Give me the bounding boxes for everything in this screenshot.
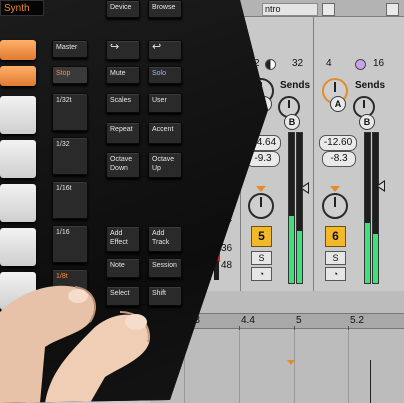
half-circle-icon[interactable] [265,59,276,70]
browse-button[interactable]: Browse [148,0,182,18]
solo-button-push[interactable]: Solo [148,66,182,84]
pad[interactable] [0,66,36,86]
scene-1-16-button[interactable]: 1/16 [52,225,88,263]
ruler-label: 5 [296,315,302,326]
clip-slot-1[interactable] [322,3,335,16]
octave-down-button[interactable]: Octave Down [106,152,140,178]
level-meter-left [364,132,371,284]
send-b-label: B [359,114,375,130]
add-effect-button[interactable]: Add Effect [106,226,140,252]
play-cursor [370,360,371,403]
clip-slot-2[interactable] [386,3,399,16]
octave-up-button[interactable]: Octave Up [148,152,182,178]
accent-button[interactable]: Accent [148,122,182,144]
send-b-label: B [284,114,300,130]
level-meter-left [288,132,295,284]
ruler-label: 5.2 [350,315,364,326]
pad[interactable] [0,40,36,60]
pan-marker-icon [330,186,340,192]
pan-value[interactable]: -8.3 [322,151,356,167]
send-a-label: A [330,96,346,112]
hand-photo [0,285,150,403]
level-meter-right [296,132,303,284]
circle-icon[interactable] [355,59,366,70]
session-button[interactable]: Session [148,258,182,278]
clock-icon[interactable]: ◔ [251,267,272,281]
scales-button[interactable]: Scales [106,93,140,113]
pan-marker-icon [256,186,266,192]
clip-name-field[interactable]: ntro [262,3,318,16]
db-scale-label: 48 [221,260,233,271]
undo-arrow-icon[interactable]: ↩ [148,40,182,60]
track-num-header: 16 [373,58,385,69]
display-panel: Synth [0,0,44,16]
scene-1-32-button[interactable]: 1/32 [52,137,88,175]
redo-arrow-icon[interactable]: ↪ [106,40,140,60]
pad[interactable] [0,184,36,222]
device-button[interactable]: Device [106,0,140,18]
volume-fader-arrow-icon[interactable] [300,182,309,194]
locator-marker-icon[interactable] [287,360,295,365]
track-activator[interactable]: 6 [325,226,346,247]
pad[interactable] [0,96,36,134]
mute-button[interactable]: Mute [106,66,140,84]
pad[interactable] [0,140,36,178]
db-scale-label: 36 [221,243,233,254]
solo-button[interactable]: S [325,251,346,265]
grid-line [348,330,349,403]
volume-value[interactable]: -12.60 [319,135,357,151]
pad[interactable] [0,228,36,266]
track-activator[interactable]: 5 [251,226,272,247]
track-left-num: 4 [326,58,332,69]
level-meter-right [372,132,379,284]
scene-1-32t-button[interactable]: 1/32t [52,93,88,131]
master-button[interactable]: Master [52,40,88,58]
clock-icon[interactable]: ◔ [325,267,346,281]
pan-knob[interactable] [322,193,348,219]
add-track-button[interactable]: Add Track [148,226,182,252]
note-button[interactable]: Note [106,258,140,278]
user-button[interactable]: User [148,93,182,113]
track-num-header: 32 [292,58,304,69]
scene: ntro 2 32 A Sends B -14.64 -9.3 5 S ◔ 4 … [0,0,404,403]
volume-fader-arrow-icon[interactable] [376,180,385,192]
grid-line [239,330,240,403]
grid-line [294,330,295,403]
stop-button[interactable]: Stop [52,66,88,84]
repeat-button[interactable]: Repeat [106,122,140,144]
sends-label: Sends [280,80,311,91]
scene-1-16t-button[interactable]: 1/16t [52,181,88,219]
pan-knob[interactable] [248,193,274,219]
ruler-label: 4.4 [241,315,255,326]
solo-button[interactable]: S [251,251,272,265]
divider [313,16,314,291]
sends-label: Sends [355,80,386,91]
